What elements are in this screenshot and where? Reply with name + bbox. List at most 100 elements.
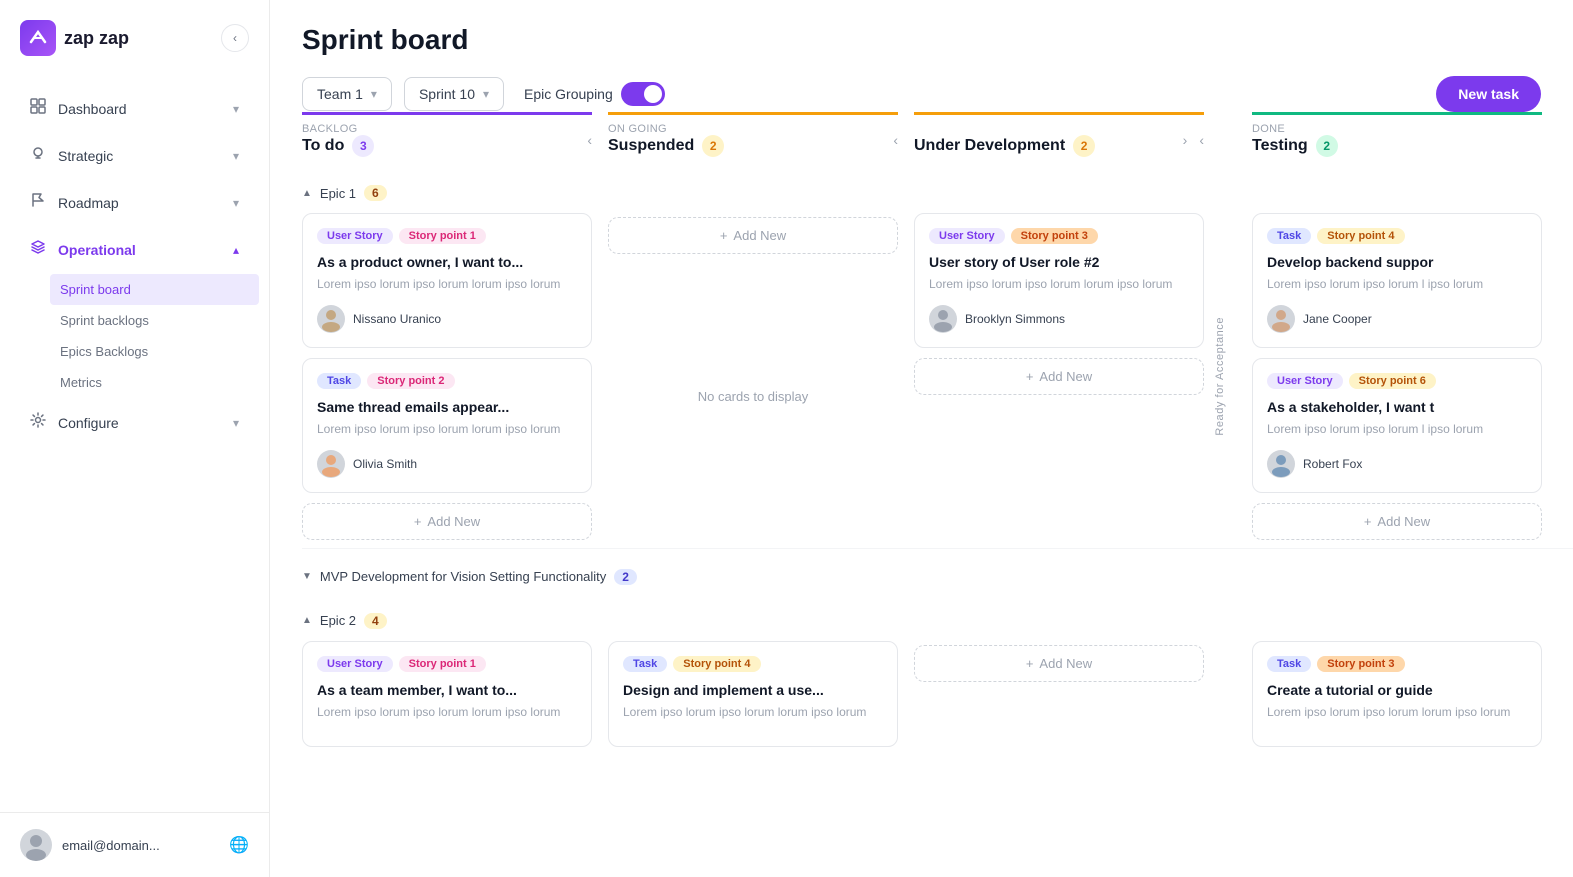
mvp-triangle-icon: ▼ — [302, 571, 312, 582]
card-backlog2-1: User Story Story point 1 As a team membe… — [302, 641, 592, 748]
card-backlog-2-avatar — [317, 450, 345, 478]
epic1-count-badge: 6 — [364, 185, 387, 201]
epic-grouping-switch[interactable] — [621, 82, 665, 106]
bulb-icon — [30, 145, 46, 166]
chevron-down-icon-2: ▾ — [233, 149, 239, 163]
card-dev-1-avatar — [929, 305, 957, 333]
sub-item-sprint-backlogs[interactable]: Sprint backlogs — [50, 305, 259, 336]
new-task-button[interactable]: New task — [1436, 76, 1541, 112]
team-chevron-down-icon: ▾ — [371, 87, 377, 101]
card-backlog-1-desc: Lorem ipso lorum ipso lorum lorum ipso l… — [317, 276, 577, 293]
dev-col-title: Under Development — [914, 137, 1065, 155]
sidebar-collapse-button[interactable]: ‹ — [221, 24, 249, 52]
ready-for-acceptance-label: Ready for Acceptance — [1214, 317, 1226, 436]
ongoing-count-badge: 2 — [702, 135, 724, 157]
mvp-count-badge: 2 — [614, 569, 637, 585]
card-backlog-1-avatar — [317, 305, 345, 333]
card-testing-2-desc: Lorem ipso lorum ipso lorum l ipso lorum — [1267, 421, 1527, 438]
backlog-cards-col: User Story Story point 1 As a product ow… — [302, 213, 592, 540]
add-new-label: Add New — [427, 514, 480, 529]
flag-icon — [30, 192, 46, 213]
card-testing-2-type-tag: User Story — [1267, 373, 1343, 389]
epic-grouping-label: Epic Grouping — [524, 86, 613, 102]
team-dropdown-label: Team 1 — [317, 86, 363, 102]
chevron-down-icon-3: ▾ — [233, 196, 239, 210]
epic2-group-header: ▲ Epic 2 4 — [302, 597, 1573, 641]
backlog-col-chevron[interactable]: ‹ — [587, 132, 592, 148]
col-header-dev: Under Development 2 › ‹ — [914, 112, 1204, 169]
testing-category-label: Done — [1252, 123, 1338, 135]
card-testing-2-author: Robert Fox — [1303, 457, 1362, 471]
card-testing-1-tags: Task Story point 4 — [1267, 228, 1527, 244]
ready-for-acceptance-label-area: Ready for Acceptance — [1204, 213, 1236, 540]
sprint-dropdown[interactable]: Sprint 10 ▾ — [404, 77, 504, 111]
add-new-label-2: Add New — [733, 228, 786, 243]
backlog-add-new-button[interactable]: + Add New — [302, 503, 592, 540]
card-testing-2-tags: User Story Story point 6 — [1267, 373, 1527, 389]
globe-icon[interactable]: 🌐 — [229, 835, 249, 855]
dev-add-new-button[interactable]: + Add New — [914, 358, 1204, 395]
card-backlog-1-tags: User Story Story point 1 — [317, 228, 577, 244]
sidebar-item-configure[interactable]: Configure ▾ — [10, 400, 259, 445]
add-new-icon-5: + — [1026, 656, 1034, 671]
sub-item-epics-backlogs[interactable]: Epics Backlogs — [50, 336, 259, 367]
sidebar-item-dashboard[interactable]: Dashboard ▾ — [10, 86, 259, 131]
card-testing-1-title: Develop backend suppor — [1267, 254, 1527, 270]
mvp-section-label: MVP Development for Vision Setting Funct… — [320, 569, 606, 584]
card-ongoing2-1-type-tag: Task — [623, 656, 667, 672]
epic2-triangle-icon: ▲ — [302, 615, 312, 626]
card-backlog2-1-title: As a team member, I want to... — [317, 682, 577, 698]
card-testing-1-sp-tag: Story point 4 — [1317, 228, 1404, 244]
sub-item-metrics[interactable]: Metrics — [50, 367, 259, 398]
mvp-section-header: ▼ MVP Development for Vision Setting Fun… — [302, 548, 1573, 597]
epic1-triangle-icon: ▲ — [302, 188, 312, 199]
sidebar-item-strategic[interactable]: Strategic ▾ — [10, 133, 259, 178]
card-testing-2-footer: Robert Fox — [1267, 450, 1527, 478]
card-backlog-1-footer: Nissano Uranico — [317, 305, 577, 333]
card-testing-2: User Story Story point 6 As a stakeholde… — [1252, 358, 1542, 493]
add-new-icon-2: + — [720, 228, 728, 243]
testing2-cards-col: Task Story point 3 Create a tutorial or … — [1252, 641, 1542, 758]
footer-email: email@domain... — [62, 838, 219, 853]
page-title: Sprint board — [302, 24, 1541, 56]
testing-add-new-button[interactable]: + Add New — [1252, 503, 1542, 540]
card-testing2-1-title: Create a tutorial or guide — [1267, 682, 1527, 698]
ongoing-col-chevron[interactable]: ‹ — [893, 132, 898, 148]
dev-category-label — [914, 123, 1095, 135]
dev-cards-col: User Story Story point 3 User story of U… — [914, 213, 1204, 540]
col-header-testing: Done Testing 2 — [1252, 112, 1542, 169]
card-dev-1: User Story Story point 3 User story of U… — [914, 213, 1204, 348]
card-dev-1-desc: Lorem ipso lorum ipso lorum lorum ipso l… — [929, 276, 1189, 293]
dev-col-chevron1[interactable]: › — [1183, 132, 1188, 148]
ongoing-col-header: On Going Suspended 2 ‹ — [608, 112, 898, 169]
card-dev-1-sp-tag: Story point 3 — [1011, 228, 1098, 244]
logo-text: zap zap — [64, 28, 129, 49]
backlog-col-title: To do — [302, 137, 344, 155]
add-new-label-5: Add New — [1039, 656, 1092, 671]
card-backlog-1-sp-tag: Story point 1 — [399, 228, 486, 244]
sidebar-item-label-roadmap: Roadmap — [58, 195, 119, 211]
card-backlog-2-tags: Task Story point 2 — [317, 373, 577, 389]
backlog-category-label: Backlog — [302, 123, 374, 135]
ongoing-col-title: Suspended — [608, 137, 694, 155]
card-testing-1-avatar — [1267, 305, 1295, 333]
card-backlog-2-footer: Olivia Smith — [317, 450, 577, 478]
card-ongoing2-1: Task Story point 4 Design and implement … — [608, 641, 898, 748]
dev2-add-new-button[interactable]: + Add New — [914, 645, 1204, 682]
logo-icon — [20, 20, 56, 56]
dashboard-icon — [30, 98, 46, 119]
sidebar-item-label-strategic: Strategic — [58, 148, 113, 164]
sidebar-item-roadmap[interactable]: Roadmap ▾ — [10, 180, 259, 225]
add-new-icon: + — [414, 514, 422, 529]
suspended-add-new-top-button[interactable]: + Add New — [608, 217, 898, 254]
dev-cards-col-wrapper: User Story Story point 3 User story of U… — [914, 213, 1236, 540]
epic2-cards-row: User Story Story point 1 As a team membe… — [302, 641, 1573, 778]
sidebar-item-operational[interactable]: Operational ▴ — [10, 227, 259, 272]
card-testing-1-type-tag: Task — [1267, 228, 1311, 244]
user-avatar — [20, 829, 52, 861]
chevron-down-icon: ▾ — [233, 102, 239, 116]
team-dropdown[interactable]: Team 1 ▾ — [302, 77, 392, 111]
toolbar: Team 1 ▾ Sprint 10 ▾ Epic Grouping New t… — [302, 76, 1541, 112]
sidebar: zap zap ‹ Dashboard ▾ Strategic ▾ Roadma… — [0, 0, 270, 877]
sub-item-sprint-board[interactable]: Sprint board — [50, 274, 259, 305]
